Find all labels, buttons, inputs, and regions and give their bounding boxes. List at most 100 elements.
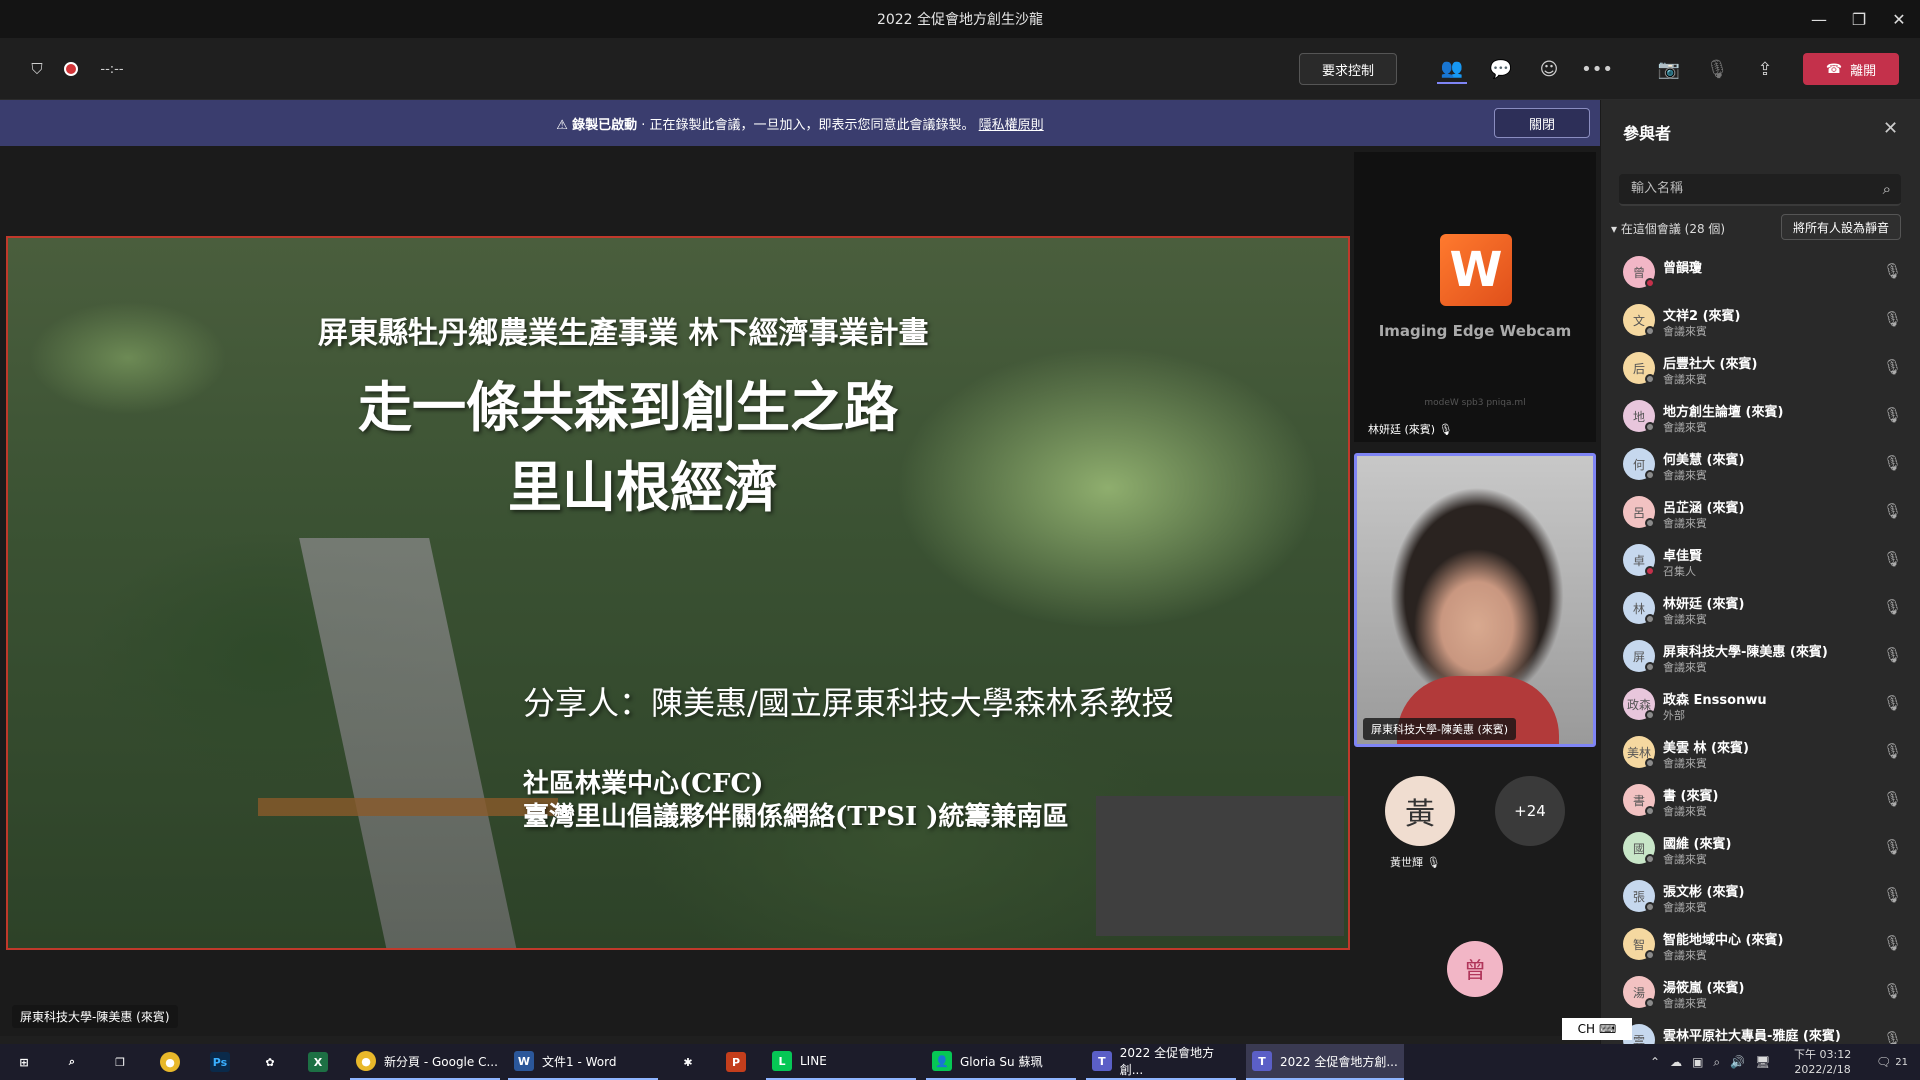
participant-search[interactable]: ⌕ xyxy=(1619,174,1901,206)
participant-row[interactable]: 地地方創生論壇 (來賓) 會議來賓 🎙 xyxy=(1601,392,1920,440)
participant-role: 會議來賓 xyxy=(1663,517,1707,530)
cloud-icon[interactable]: ☁ xyxy=(1670,1055,1682,1069)
powerpoint-icon: P xyxy=(726,1052,746,1072)
participant-row[interactable]: 曾曾韻瓊 🎙 xyxy=(1601,248,1920,296)
taskbar-gloria[interactable]: 👤 Gloria Su 蘇珮 xyxy=(926,1044,1076,1080)
participant-role: 會議來賓 xyxy=(1663,901,1707,914)
ime-indicator[interactable]: CH ⌨ xyxy=(1562,1018,1632,1040)
close-window-button[interactable]: ✕ xyxy=(1876,0,1920,38)
taskbar-chrome[interactable]: ● 新分頁 - Google C... xyxy=(350,1044,500,1080)
presence-status-icon xyxy=(1645,758,1655,768)
excel-pin[interactable]: X xyxy=(302,1044,338,1080)
volume-icon[interactable]: 🔊 xyxy=(1730,1055,1745,1069)
participant-row[interactable]: 呂呂芷涵 (來賓) 會議來賓 🎙 xyxy=(1601,488,1920,536)
request-control-button[interactable]: 要求控制 xyxy=(1299,53,1397,85)
privacy-policy-link[interactable]: 隱私權原則 xyxy=(979,118,1044,133)
camera-off-icon[interactable]: 📷 xyxy=(1654,54,1684,84)
warning-icon: ⚠ xyxy=(556,118,568,133)
app-icon: ✿ xyxy=(265,1055,275,1069)
chrome-pin[interactable]: ● xyxy=(154,1044,190,1080)
system-tray: ⌃ ☁ ▣ ⌕ 🔊 🖥 xyxy=(1650,1044,1770,1080)
slide-gate-image xyxy=(258,798,558,948)
participant-row[interactable]: 智智能地域中心 (來賓) 會議來賓 🎙 xyxy=(1601,920,1920,968)
chrome-icon: ● xyxy=(356,1051,376,1071)
app-pin[interactable]: ✿ xyxy=(254,1044,290,1080)
participant-row[interactable]: 后后豐社大 (來賓) 會議來賓 🎙 xyxy=(1601,344,1920,392)
taskbar-teams-1[interactable]: T 2022 全促會地方創... xyxy=(1086,1044,1236,1080)
clock[interactable]: 下午 03:12 2022/2/18 xyxy=(1794,1044,1851,1080)
search-button[interactable]: ⌕ xyxy=(56,1044,92,1080)
mic-muted-icon: 🎙 xyxy=(1883,694,1903,712)
notification-count: 21 xyxy=(1895,1056,1908,1068)
participant-row[interactable]: 林林妍廷 (來賓) 會議來賓 🎙 xyxy=(1601,584,1920,632)
mic-off-icon[interactable]: 🎙 xyxy=(1702,54,1732,84)
participant-role: 會議來賓 xyxy=(1663,805,1707,818)
more-participants-button[interactable]: +24 xyxy=(1495,776,1565,846)
taskbar-teams-2[interactable]: T 2022 全促會地方創... xyxy=(1246,1044,1404,1080)
participant-name: 地方創生論壇 (來賓) xyxy=(1663,405,1784,420)
participant-row[interactable]: 卓卓佳賢 召集人 🎙 xyxy=(1601,536,1920,584)
participant-row[interactable]: 湯湯筱嵐 (來賓) 會議來賓 🎙 xyxy=(1601,968,1920,1016)
notification-center[interactable]: 🗨 21 xyxy=(1876,1044,1908,1080)
reactions-icon[interactable]: ☺ xyxy=(1534,54,1564,84)
app-tray-icon[interactable]: ▣ xyxy=(1692,1055,1703,1069)
banner-text: 正在錄製此會議，一旦加入，即表示您同意此會議錄製。 xyxy=(649,118,975,133)
participant-search-input[interactable] xyxy=(1631,181,1861,196)
slide-org-2: 臺灣里山倡議夥伴關係網絡(TPSI )統籌兼南區 xyxy=(523,802,1069,832)
taskbar-line[interactable]: L LINE xyxy=(766,1044,916,1080)
speaker-video-tile[interactable]: 屏東科技大學-陳美惠 (來賓) xyxy=(1354,453,1596,747)
presence-status-icon xyxy=(1645,950,1655,960)
participant-name: 國維 (來賓) xyxy=(1663,837,1732,852)
chevron-up-icon[interactable]: ⌃ xyxy=(1650,1055,1660,1069)
presence-status-icon xyxy=(1645,662,1655,672)
participant-row[interactable]: 美林 美雲 林 (來賓) 會議來賓 🎙 xyxy=(1601,728,1920,776)
share-screen-icon[interactable]: ⇪ xyxy=(1750,54,1780,84)
taskbar-word[interactable]: W 文件1 - Word xyxy=(508,1044,658,1080)
participant-row[interactable]: 文文祥2 (來賓) 會議來賓 🎙 xyxy=(1601,296,1920,344)
mic-muted-icon: 🎙 xyxy=(1883,934,1903,952)
participant-row[interactable]: 屏屏東科技大學-陳美惠 (來賓) 會議來賓 🎙 xyxy=(1601,632,1920,680)
participant-row[interactable]: 書書 (來賓) 會議來賓 🎙 xyxy=(1601,776,1920,824)
banner-close-button[interactable]: 關閉 xyxy=(1494,108,1590,138)
presence-status-icon xyxy=(1645,326,1655,336)
teams-icon: T xyxy=(1252,1051,1272,1071)
presence-status-icon xyxy=(1645,902,1655,912)
participant-avatar-2[interactable]: 曾 xyxy=(1447,941,1503,997)
task-view-button[interactable]: ❐ xyxy=(104,1044,140,1080)
mute-all-button[interactable]: 將所有人設為靜音 xyxy=(1781,214,1901,240)
taskbar-line-label: LINE xyxy=(800,1054,827,1068)
participant-row[interactable]: 何何美慧 (來賓) 會議來賓 🎙 xyxy=(1601,440,1920,488)
section-header[interactable]: ▾ 在這個會議 (28 個) xyxy=(1611,220,1725,237)
participant-avatar[interactable]: 黃 xyxy=(1385,776,1455,846)
tray-search-icon[interactable]: ⌕ xyxy=(1713,1055,1720,1070)
avatar-name-tag: 黃世輝 🎙 xyxy=(1390,854,1440,870)
mic-muted-icon: 🎙 xyxy=(1438,423,1453,436)
powerpoint-pin[interactable]: P xyxy=(720,1044,756,1080)
network-icon[interactable]: 🖥 xyxy=(1755,1055,1770,1069)
leave-button[interactable]: ☎ 離開 xyxy=(1803,53,1899,85)
photoshop-pin[interactable]: Ps xyxy=(204,1044,240,1080)
chat-icon[interactable]: 💬 xyxy=(1486,54,1516,84)
more-options-icon[interactable]: ••• xyxy=(1581,54,1613,84)
participants-icon[interactable]: 👥 xyxy=(1437,54,1467,84)
window-title: 2022 全促會地方創生沙龍 xyxy=(876,12,1044,28)
photoshop-icon: Ps xyxy=(210,1052,230,1072)
banner-message: ⚠ 錄製已啟動 · 正在錄製此會議，一旦加入，即表示您同意此會議錄製。 隱私權原… xyxy=(556,118,1044,133)
participant-row[interactable]: 國國維 (來賓) 會議來賓 🎙 xyxy=(1601,824,1920,872)
participant-name: 卓佳賢 xyxy=(1663,549,1703,564)
search-icon: ⌕ xyxy=(68,1055,76,1068)
start-button[interactable]: ⊞ xyxy=(8,1044,44,1080)
slack-pin[interactable]: ✱ xyxy=(672,1044,708,1080)
notification-icon: 🗨 xyxy=(1876,1055,1892,1069)
panel-close-icon[interactable]: ✕ xyxy=(1883,118,1898,139)
presence-status-icon xyxy=(1645,470,1655,480)
participant-row[interactable]: 政森 政森 Enssonwu 外部 🎙 xyxy=(1601,680,1920,728)
slide-title: 走一條共森到創生之路 xyxy=(358,376,898,439)
slack-icon: ✱ xyxy=(683,1055,693,1069)
meeting-timer: --:-- xyxy=(100,61,124,77)
participant-row[interactable]: 張張文彬 (來賓) 會議來賓 🎙 xyxy=(1601,872,1920,920)
webcam-tile[interactable]: W Imaging Edge Webcam modeW spb3 pniqa.m… xyxy=(1354,152,1596,442)
taskbar-word-label: 文件1 - Word xyxy=(542,1054,617,1069)
excel-icon: X xyxy=(308,1052,328,1072)
leave-label: 離開 xyxy=(1850,63,1877,79)
